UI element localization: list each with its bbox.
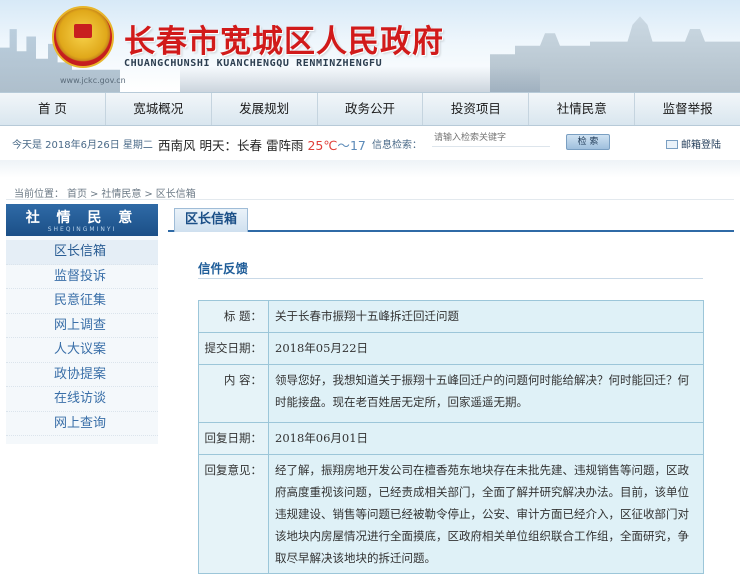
reply-value: 经了解，振翔房地开发公司在檀香苑东地块存在未批先建、违规销售等问题，区政府高度重… bbox=[268, 454, 704, 574]
site-url: www.jckc.gov.cn bbox=[60, 76, 126, 85]
sidebar-item-online-survey[interactable]: 网上调查 bbox=[6, 314, 158, 338]
sidebar-item-opinion-collection[interactable]: 民意征集 bbox=[6, 289, 158, 314]
search-button[interactable]: 检 索 bbox=[566, 134, 610, 150]
temp-low: 17 bbox=[349, 138, 366, 153]
table-row: 标 题： 关于长春市振翔十五峰拆迁回迁问题 bbox=[198, 300, 704, 333]
reply-date-value: 2018年06月01日 bbox=[268, 422, 704, 455]
nav-item-planning[interactable]: 发展规划 bbox=[212, 93, 318, 125]
nav-item-investment[interactable]: 投资项目 bbox=[423, 93, 530, 125]
main-tab-bar: 区长信箱 bbox=[168, 204, 734, 232]
title-label: 标 题： bbox=[198, 300, 269, 333]
current-date: 今天是 2018年6月26日 星期二 bbox=[12, 140, 153, 151]
table-row: 回复意见： 经了解，振翔房地开发公司在檀香苑东地块存在未批先建、违规销售等问题，… bbox=[198, 454, 704, 574]
breadcrumb: 当前位置： 首页 > 社情民意 > 区长信箱 bbox=[14, 185, 199, 200]
sidebar-header: 社 情 民 意 SHEQINGMINYI bbox=[6, 204, 158, 236]
submit-date-label: 提交日期： bbox=[198, 332, 269, 365]
search-input[interactable] bbox=[432, 129, 550, 147]
sidebar-menu: 区长信箱 监督投诉 民意征集 网上调查 人大议案 政协提案 在线访谈 网上查询 bbox=[6, 236, 158, 436]
tab-mayor-mailbox[interactable]: 区长信箱 bbox=[174, 208, 248, 232]
submit-date-value: 2018年05月22日 bbox=[268, 332, 704, 365]
mail-login-label: 邮箱登陆 bbox=[681, 140, 721, 151]
sidebar-item-online-query[interactable]: 网上查询 bbox=[6, 412, 158, 436]
mail-login-link[interactable]: 邮箱登陆 bbox=[666, 136, 721, 151]
sidebar: 社 情 民 意 SHEQINGMINYI 区长信箱 监督投诉 民意征集 网上调查… bbox=[6, 204, 158, 444]
sidebar-item-npc-proposals[interactable]: 人大议案 bbox=[6, 338, 158, 363]
letter-table: 标 题： 关于长春市振翔十五峰拆迁回迁问题 提交日期： 2018年05月22日 … bbox=[198, 300, 704, 574]
sidebar-item-cppcc-proposals[interactable]: 政协提案 bbox=[6, 363, 158, 387]
breadcrumb-rule bbox=[6, 199, 734, 200]
sidebar-title: 社 情 民 意 bbox=[25, 210, 139, 226]
nav-item-government-affairs[interactable]: 政务公开 bbox=[318, 93, 424, 125]
national-emblem-icon bbox=[52, 6, 114, 68]
reply-label: 回复意见： bbox=[198, 454, 269, 574]
wind-direction: 西南风 bbox=[158, 138, 196, 153]
info-divider bbox=[0, 160, 740, 178]
sidebar-subtitle: SHEQINGMINYI bbox=[47, 226, 117, 233]
main-content: 区长信箱 信件反馈 标 题： 关于长春市振翔十五峰拆迁回迁问题 提交日期： 20… bbox=[168, 204, 734, 583]
nav-item-overview[interactable]: 宽城概况 bbox=[106, 93, 212, 125]
temp-separator: ～ bbox=[337, 138, 350, 153]
sidebar-item-complaints[interactable]: 监督投诉 bbox=[6, 265, 158, 289]
table-row: 内 容： 领导您好，我想知道关于振翔十五峰回迁户的问题何时能给解决？何时能回迁？… bbox=[198, 364, 704, 423]
sidebar-item-mayor-mailbox[interactable]: 区长信箱 bbox=[6, 240, 158, 265]
section-title: 信件反馈 bbox=[198, 261, 249, 276]
content-label: 内 容： bbox=[198, 364, 269, 423]
table-row: 提交日期： 2018年05月22日 bbox=[198, 332, 704, 365]
reply-date-label: 回复日期： bbox=[198, 422, 269, 455]
temp-high: 25℃ bbox=[307, 138, 338, 153]
info-bar: 今天是 2018年6月26日 星期二 西南风 明天：长春 雷阵雨 25℃～17 … bbox=[0, 127, 740, 159]
road-overpass-image bbox=[180, 66, 540, 92]
section-divider bbox=[198, 278, 703, 279]
nav-item-home[interactable]: 首 页 bbox=[0, 93, 106, 125]
nav-item-public-opinion[interactable]: 社情民意 bbox=[529, 93, 636, 125]
title-value: 关于长春市振翔十五峰拆迁回迁问题 bbox=[268, 300, 704, 333]
search-label: 信息检索： bbox=[372, 140, 422, 151]
site-title: 长春市宽城区人民政府 bbox=[124, 24, 444, 60]
mail-icon bbox=[666, 140, 678, 149]
table-row: 回复日期： 2018年06月01日 bbox=[198, 422, 704, 455]
site-pinyin: CHUANGCHUNSHI KUANCHENGQU RENMINZHENGFU bbox=[124, 58, 383, 69]
content-value: 领导您好，我想知道关于振翔十五峰回迁户的问题何时能给解决？何时能回迁？何时能接盘… bbox=[268, 364, 704, 423]
weather-forecast: 明天：长春 雷阵雨 bbox=[199, 138, 304, 153]
sidebar-item-online-interview[interactable]: 在线访谈 bbox=[6, 387, 158, 412]
nav-item-supervision[interactable]: 监督举报 bbox=[635, 93, 740, 125]
main-nav: 首 页 宽城概况 发展规划 政务公开 投资项目 社情民意 监督举报 bbox=[0, 92, 740, 126]
weather-info: 西南风 明天：长春 雷阵雨 25℃～17 bbox=[158, 135, 366, 154]
site-banner: www.jckc.gov.cn 长春市宽城区人民政府 CHUANGCHUNSHI… bbox=[0, 0, 740, 92]
